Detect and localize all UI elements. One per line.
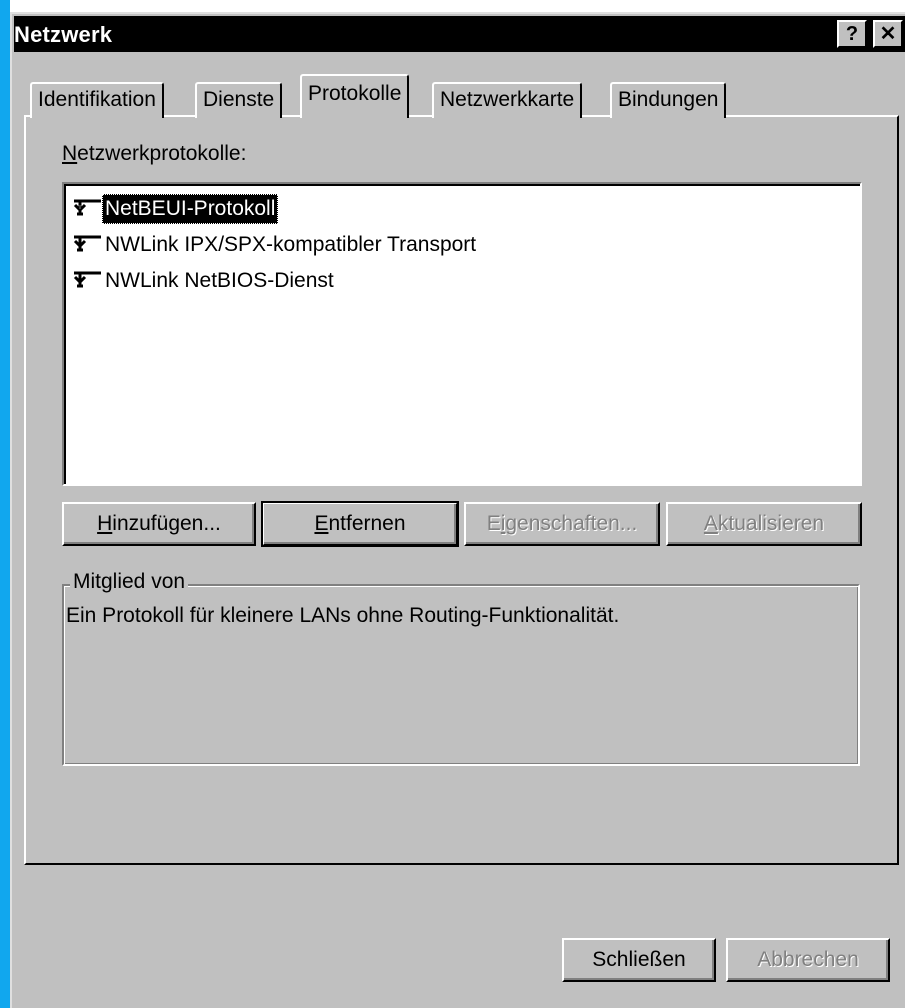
- protocol-list[interactable]: NetBEUI-Protokoll NWLink IPX/SPX-kompati…: [62, 182, 862, 486]
- network-protocol-icon: [72, 196, 102, 228]
- list-item-nwlink-ipx[interactable]: NWLink IPX/SPX-kompatibler Transport: [72, 230, 479, 262]
- list-item-label: NWLink NetBIOS-Dienst: [105, 269, 334, 292]
- close-icon[interactable]: ✕: [873, 20, 903, 48]
- properties-button[interactable]: Eigenschaften...: [464, 502, 660, 546]
- network-protocol-icon: [72, 232, 102, 264]
- list-item-netbeui[interactable]: NetBEUI-Protokoll: [72, 194, 279, 228]
- tab-protocols[interactable]: Protokolle: [300, 74, 410, 118]
- tab-services[interactable]: Dienste: [195, 82, 283, 118]
- add-button[interactable]: Hinzufügen...: [62, 502, 256, 546]
- close-button[interactable]: Schließen: [562, 938, 716, 982]
- list-item-nwlink-netbios[interactable]: NWLink NetBIOS-Dienst: [72, 266, 337, 298]
- network-protocol-icon: [72, 268, 102, 300]
- desktop-edge: [0, 0, 10, 1008]
- list-item-label: NetBEUI-Protokoll: [102, 194, 279, 224]
- list-item-label: NWLink IPX/SPX-kompatibler Transport: [105, 233, 477, 256]
- update-button[interactable]: Aktualisieren: [666, 502, 862, 546]
- groupbox-legend: Mitglied von: [70, 570, 189, 594]
- window-title: Netzwerk: [14, 22, 113, 47]
- tab-bindings[interactable]: Bindungen: [610, 82, 727, 118]
- cancel-button[interactable]: Abbrechen: [726, 938, 890, 982]
- tab-network-adapter[interactable]: Netzwerkkarte: [432, 82, 583, 118]
- title-bar[interactable]: Netzwerk ? ✕: [14, 16, 905, 52]
- remove-button[interactable]: Entfernen: [261, 501, 459, 547]
- protocols-label: Netzwerkprotokolle:: [62, 142, 247, 165]
- protocol-description: Ein Protokoll für kleinere LANs ohne Rou…: [66, 604, 620, 627]
- help-button[interactable]: ?: [837, 20, 867, 48]
- tab-identification[interactable]: Identifikation: [30, 82, 164, 118]
